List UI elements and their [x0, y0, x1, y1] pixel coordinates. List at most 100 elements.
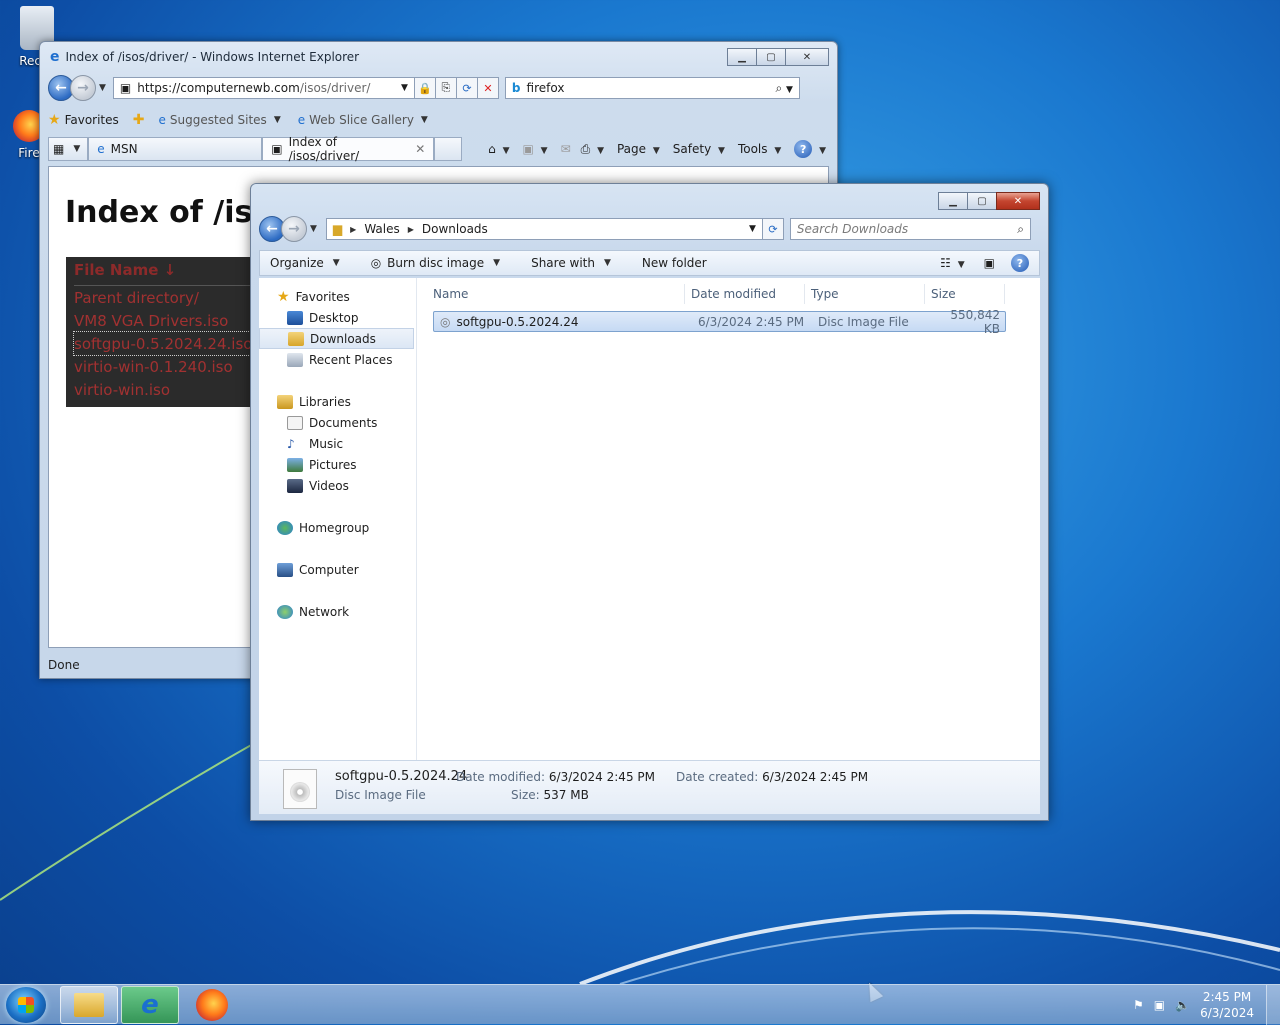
close-button[interactable]: ✕	[785, 48, 829, 66]
quick-tabs-button[interactable]: ▦ ▼	[48, 137, 89, 161]
organize-button[interactable]: Organize ▼	[270, 256, 343, 270]
favorites-button[interactable]: ★ Favorites	[48, 112, 119, 128]
home-icon[interactable]: ⌂ ▼	[488, 142, 512, 156]
nav-label: Desktop	[309, 310, 359, 325]
show-desktop-button[interactable]	[1266, 985, 1280, 1025]
close-tab-icon[interactable]: ✕	[415, 142, 425, 156]
file-row[interactable]: ◎ softgpu-0.5.2024.24 6/3/2024 2:45 PM D…	[433, 308, 1006, 336]
nav-label: Network	[299, 604, 350, 619]
feeds-icon[interactable]: ▣ ▼	[523, 142, 551, 156]
nav-videos[interactable]: Videos	[259, 475, 416, 496]
file-date: 6/3/2024 2:45 PM	[698, 314, 805, 329]
refresh-icon[interactable]: ⟳	[455, 77, 478, 99]
nav-libraries[interactable]: Libraries	[259, 391, 416, 412]
chevron-down-icon: ▼	[273, 115, 281, 125]
tab-msn[interactable]: e MSN	[88, 137, 263, 161]
nav-recent-places[interactable]: Recent Places	[259, 349, 416, 370]
print-icon[interactable]: ⎙ ▼	[581, 142, 607, 157]
burn-disc-image-button[interactable]: ◎ Burn disc image ▼	[371, 256, 503, 270]
breadcrumb-item[interactable]: Wales	[364, 222, 399, 236]
ie-titlebar[interactable]: e Index of /isos/driver/ - Windows Inter…	[40, 42, 837, 72]
details-pane: softgpu-0.5.2024.24 Disc Image File Date…	[259, 760, 1040, 814]
ie-search-field[interactable]: b firefox ⌕ ▼	[504, 77, 800, 99]
column-header-name[interactable]: Name	[427, 284, 685, 304]
action-center-flag-icon[interactable]: ⚑	[1133, 998, 1144, 1012]
compatibility-view-icon[interactable]: ⎘	[434, 77, 457, 99]
tools-menu[interactable]: Tools ▼	[738, 142, 784, 156]
start-button[interactable]	[6, 987, 46, 1023]
file-name: softgpu-0.5.2024.24	[456, 314, 579, 329]
column-header-date[interactable]: Date modified	[685, 284, 805, 304]
web-slice-gallery-link[interactable]: e Web Slice Gallery ▼	[298, 113, 431, 127]
view-options-icon[interactable]: ☷ ▼	[940, 256, 968, 270]
column-header-type[interactable]: Type	[805, 284, 925, 304]
help-icon[interactable]: ? ▼	[794, 140, 829, 158]
tab-index[interactable]: ▣ Index of /isos/driver/ ✕	[262, 135, 435, 163]
file-list-pane: Name Date modified Type Size ◎ softgpu-0…	[417, 278, 1040, 760]
folder-icon: ▆	[332, 222, 343, 236]
forward-button[interactable]: →	[70, 75, 96, 101]
address-dropdown-icon[interactable]: ▼	[401, 83, 408, 93]
clock[interactable]: 2:45 PM 6/3/2024	[1200, 989, 1254, 1021]
stop-icon[interactable]: ✕	[476, 77, 499, 99]
nav-music[interactable]: ♪ Music	[259, 433, 416, 454]
nav-pictures[interactable]: Pictures	[259, 454, 416, 475]
details-kind: Disc Image File	[335, 788, 426, 802]
search-dropdown-icon[interactable]: ▼	[786, 85, 793, 95]
search-icon[interactable]: ⌕	[775, 81, 782, 95]
chevron-down-icon: ▼	[420, 115, 428, 125]
volume-muted-icon[interactable]: 🔈	[1175, 998, 1190, 1012]
new-folder-button[interactable]: New folder	[642, 256, 707, 270]
search-icon[interactable]: ⌕	[1017, 222, 1024, 237]
desktop-icon	[287, 310, 303, 325]
star-icon: ★	[277, 288, 290, 305]
add-favorite-button[interactable]: ✚	[133, 112, 145, 128]
breadcrumb[interactable]: ▆ ▶ Wales ▶ Downloads ▼	[325, 218, 763, 240]
suggested-sites-link[interactable]: e Suggested Sites ▼	[159, 113, 284, 127]
taskbar-explorer-button[interactable]	[60, 986, 118, 1024]
minimize-button[interactable]: ▁	[938, 192, 968, 210]
refresh-icon[interactable]: ⟳	[761, 218, 784, 240]
explorer-search-input[interactable]: Search Downloads ⌕	[789, 218, 1031, 240]
close-button[interactable]: ✕	[996, 192, 1040, 210]
nav-label: Videos	[309, 478, 349, 493]
help-icon[interactable]: ?	[1011, 254, 1029, 272]
share-with-button[interactable]: Share with ▼	[531, 256, 614, 270]
breadcrumb-item[interactable]: Downloads	[422, 222, 488, 236]
minimize-button[interactable]: ▁	[727, 48, 757, 66]
nav-homegroup[interactable]: Homegroup	[259, 517, 416, 538]
nav-label: Recent Places	[309, 352, 393, 367]
history-dropdown-icon[interactable]: ▼	[99, 83, 106, 93]
maximize-button[interactable]: ▢	[967, 192, 997, 210]
favorites-label: Favorites	[64, 113, 119, 127]
column-label: Date modified	[691, 287, 777, 301]
nav-favorites[interactable]: ★ Favorites	[259, 286, 416, 307]
lock-icon[interactable]: 🔒	[413, 77, 436, 99]
computer-icon	[277, 562, 293, 577]
nav-desktop[interactable]: Desktop	[259, 307, 416, 328]
page-menu[interactable]: Page ▼	[617, 142, 663, 156]
ie-search-value: firefox	[526, 81, 565, 95]
url-path: /isos/driver/	[299, 81, 371, 95]
taskbar-firefox-button[interactable]	[196, 989, 228, 1021]
mail-icon[interactable]: ✉	[561, 142, 571, 156]
maximize-button[interactable]: ▢	[756, 48, 786, 66]
recent-pages-dropdown-icon[interactable]: ▼	[310, 224, 317, 234]
nav-downloads[interactable]: Downloads	[259, 328, 414, 349]
safety-menu[interactable]: Safety ▼	[673, 142, 728, 156]
nav-computer[interactable]: Computer	[259, 559, 416, 580]
nav-documents[interactable]: Documents	[259, 412, 416, 433]
new-tab-button[interactable]	[434, 137, 463, 161]
address-bar[interactable]: ▣ https://computernewb.com/isos/driver/ …	[112, 77, 415, 99]
network-tray-icon[interactable]: ▣	[1154, 998, 1165, 1012]
taskbar: e ⚑ ▣ 🔈 2:45 PM 6/3/2024	[0, 984, 1280, 1025]
taskbar-ie-button[interactable]: e	[121, 986, 179, 1024]
new-folder-label: New folder	[641, 256, 707, 270]
forward-button[interactable]: →	[281, 216, 307, 242]
column-header-size[interactable]: Size	[925, 284, 1005, 304]
breadcrumb-arrow-icon[interactable]: ▶	[408, 225, 414, 234]
breadcrumb-arrow-icon[interactable]: ▶	[350, 225, 356, 234]
address-dropdown-icon[interactable]: ▼	[749, 224, 756, 234]
preview-pane-icon[interactable]: ▣	[984, 256, 995, 270]
nav-network[interactable]: Network	[259, 601, 416, 622]
